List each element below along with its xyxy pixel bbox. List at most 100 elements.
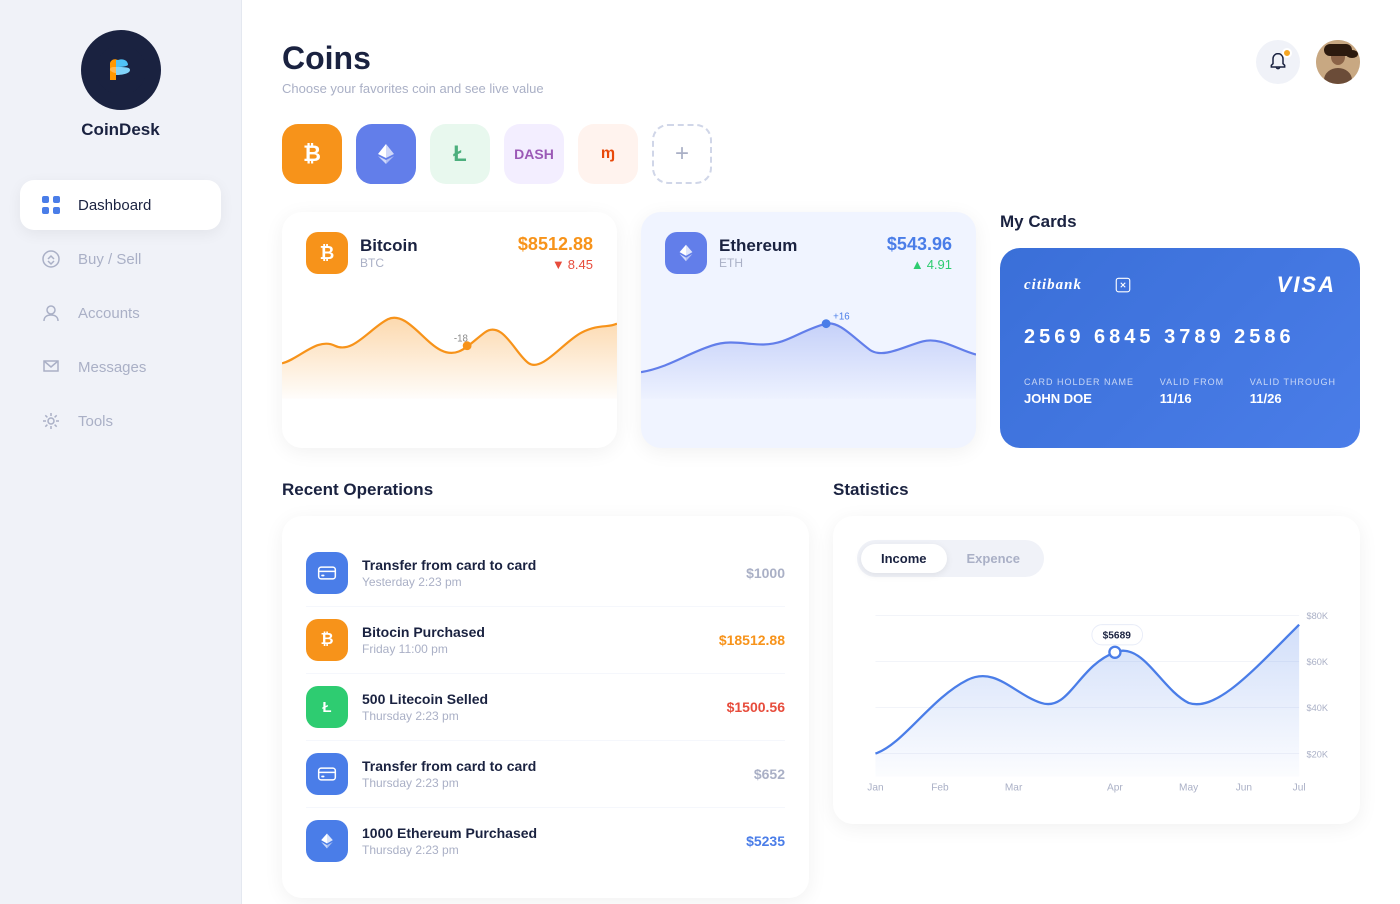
nav: Dashboard Buy / Sell Accounts xyxy=(0,180,241,446)
sidebar-item-dashboard[interactable]: Dashboard xyxy=(20,180,221,230)
sidebar-item-accounts[interactable]: Accounts xyxy=(20,288,221,338)
op-info: Transfer from card to card Yesterday 2:2… xyxy=(362,557,732,589)
svg-text:$60K: $60K xyxy=(1307,657,1329,667)
svg-text:-18: -18 xyxy=(454,333,468,344)
my-cards-title: My Cards xyxy=(1000,212,1360,232)
op-info: 500 Litecoin Selled Thursday 2:23 pm xyxy=(362,691,713,723)
op-info: Bitocin Purchased Friday 11:00 pm xyxy=(362,624,705,656)
top-actions xyxy=(1256,40,1360,84)
op-time: Thursday 2:23 pm xyxy=(362,709,713,723)
ethereum-price: $543.96 xyxy=(887,234,952,255)
coin-tab-dash[interactable]: DASH xyxy=(504,124,564,184)
main-content: Coins Choose your favorites coin and see… xyxy=(242,0,1400,904)
tools-icon xyxy=(40,410,62,432)
svg-text:May: May xyxy=(1179,782,1199,793)
card-valid-from-value: 11/16 xyxy=(1160,391,1224,406)
op-name: 500 Litecoin Selled xyxy=(362,691,713,707)
sidebar-item-dashboard-label: Dashboard xyxy=(78,197,151,214)
ethereum-symbol: ETH xyxy=(719,256,797,270)
user-avatar[interactable] xyxy=(1316,40,1360,84)
op-name: Bitocin Purchased xyxy=(362,624,705,640)
credit-card: citibank VISA 2569 6845 3789 2586 CARD H… xyxy=(1000,248,1360,448)
statistics-chart: $80K $60K $40K $20K $5689 xyxy=(857,597,1336,800)
stats-toggle: Income Expence xyxy=(857,540,1044,577)
svg-text:+16: +16 xyxy=(833,311,849,322)
app-name: CoinDesk xyxy=(81,120,159,140)
ethereum-name: Ethereum xyxy=(719,236,797,256)
ethereum-name-block: Ethereum ETH xyxy=(719,236,797,270)
sidebar-item-buy-sell[interactable]: Buy / Sell xyxy=(20,234,221,284)
accounts-icon xyxy=(40,302,62,324)
card-valid-from-label: VALID FROM xyxy=(1160,377,1224,387)
svg-text:$40K: $40K xyxy=(1307,703,1329,713)
sidebar-item-messages[interactable]: Messages xyxy=(20,342,221,392)
bitcoin-chart: -18 xyxy=(282,284,617,399)
messages-icon xyxy=(40,356,62,378)
card-number: 2569 6845 3789 2586 xyxy=(1024,326,1336,349)
card-holder-label: CARD HOLDER NAME xyxy=(1024,377,1134,387)
svg-text:citibank: citibank xyxy=(1024,277,1082,293)
svg-text:Feb: Feb xyxy=(931,782,949,793)
card-holder-value: JOHN DOE xyxy=(1024,391,1134,406)
coin-tab-add[interactable]: + xyxy=(652,124,712,184)
op-info: Transfer from card to card Thursday 2:23… xyxy=(362,758,740,790)
page-title: Coins xyxy=(282,40,544,77)
coin-tab-eth[interactable] xyxy=(356,124,416,184)
stats-chart-wrapper: $80K $60K $40K $20K $5689 xyxy=(857,597,1336,800)
recent-operations-title: Recent Operations xyxy=(282,480,809,500)
card-bank-name: citibank xyxy=(1024,273,1104,297)
ethereum-icon xyxy=(665,232,707,274)
bitcoin-name: Bitcoin xyxy=(360,236,418,256)
sidebar-item-tools[interactable]: Tools xyxy=(20,396,221,446)
op-time: Yesterday 2:23 pm xyxy=(362,575,732,589)
svg-text:Jul: Jul xyxy=(1293,782,1306,793)
op-time: Friday 11:00 pm xyxy=(362,642,705,656)
bitcoin-change: ▼8.45 xyxy=(518,257,593,272)
ethereum-card-header: Ethereum ETH $543.96 ▲4.91 xyxy=(665,232,952,274)
ethereum-card: Ethereum ETH $543.96 ▲4.91 xyxy=(641,212,976,448)
op-time: Thursday 2:23 pm xyxy=(362,843,732,857)
card-valid-through: VALID THROUGH 11/26 xyxy=(1250,377,1336,406)
operation-item: Ł 500 Litecoin Selled Thursday 2:23 pm $… xyxy=(306,674,785,741)
operation-item: Transfer from card to card Yesterday 2:2… xyxy=(306,540,785,607)
logo-icon[interactable] xyxy=(81,30,161,110)
card-brand: VISA xyxy=(1277,272,1336,298)
coin-tabs: ₿ Ł DASH ɱ + xyxy=(282,124,1360,184)
coin-tab-xmr[interactable]: ɱ xyxy=(578,124,638,184)
op-name: Transfer from card to card xyxy=(362,758,740,774)
sidebar-item-accounts-label: Accounts xyxy=(78,305,140,322)
svg-text:$80K: $80K xyxy=(1307,611,1329,621)
bitcoin-price-block: $8512.88 ▼8.45 xyxy=(518,234,593,272)
bitcoin-icon: ₿ xyxy=(306,232,348,274)
op-info: 1000 Ethereum Purchased Thursday 2:23 pm xyxy=(362,825,732,857)
coin-tab-ltc[interactable]: Ł xyxy=(430,124,490,184)
operation-item: Transfer from card to card Thursday 2:23… xyxy=(306,741,785,808)
svg-text:Apr: Apr xyxy=(1107,782,1123,793)
page-header: Coins Choose your favorites coin and see… xyxy=(282,40,544,96)
coin-tab-btc[interactable]: ₿ xyxy=(282,124,342,184)
income-toggle[interactable]: Income xyxy=(861,544,947,573)
operation-item: ₿ Bitocin Purchased Friday 11:00 pm $185… xyxy=(306,607,785,674)
op-time: Thursday 2:23 pm xyxy=(362,776,740,790)
svg-text:Mar: Mar xyxy=(1005,782,1023,793)
op-icon-card2 xyxy=(306,753,348,795)
op-amount: $652 xyxy=(754,766,785,782)
expense-toggle[interactable]: Expence xyxy=(947,544,1040,573)
bitcoin-symbol: BTC xyxy=(360,256,418,270)
op-amount: $5235 xyxy=(746,833,785,849)
op-icon-ltc: Ł xyxy=(306,686,348,728)
ethereum-price-block: $543.96 ▲4.91 xyxy=(887,234,952,272)
svg-text:Jun: Jun xyxy=(1236,782,1252,793)
card-valid-through-value: 11/26 xyxy=(1250,391,1336,406)
bitcoin-price: $8512.88 xyxy=(518,234,593,255)
notification-button[interactable] xyxy=(1256,40,1300,84)
sidebar-item-buy-sell-label: Buy / Sell xyxy=(78,251,141,268)
bitcoin-card-header: ₿ Bitcoin BTC $8512.88 ▼8.45 xyxy=(306,232,593,274)
svg-text:Jan: Jan xyxy=(867,782,883,793)
svg-text:$5689: $5689 xyxy=(1103,630,1132,641)
content-grid: ₿ Bitcoin BTC $8512.88 ▼8.45 xyxy=(282,212,1360,448)
op-amount: $1500.56 xyxy=(727,699,785,715)
operations-card: Transfer from card to card Yesterday 2:2… xyxy=(282,516,809,898)
sidebar-item-tools-label: Tools xyxy=(78,413,113,430)
recent-operations-section: Recent Operations Transfer from card to … xyxy=(282,480,809,898)
